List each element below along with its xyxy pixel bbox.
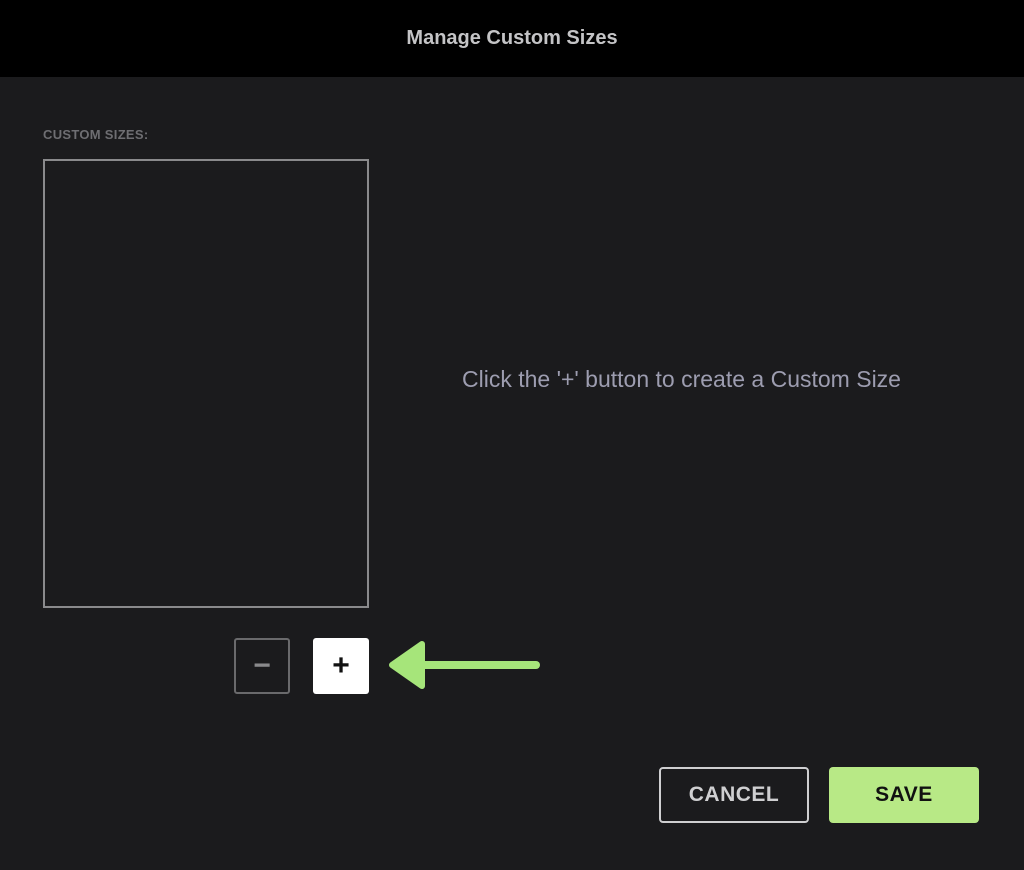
- add-size-button[interactable]: +: [313, 638, 369, 694]
- custom-sizes-list[interactable]: [43, 159, 369, 608]
- save-button[interactable]: SAVE: [829, 767, 979, 823]
- dialog-title: Manage Custom Sizes: [406, 27, 618, 49]
- custom-sizes-label: CUSTOM SIZES:: [43, 127, 149, 142]
- cancel-button[interactable]: CANCEL: [659, 767, 809, 823]
- dialog-header: Manage Custom Sizes: [0, 0, 1024, 77]
- arrow-pointer-icon: [389, 641, 540, 689]
- empty-hint: Click the '+' button to create a Custom …: [462, 366, 901, 392]
- remove-size-button[interactable]: −: [234, 638, 290, 694]
